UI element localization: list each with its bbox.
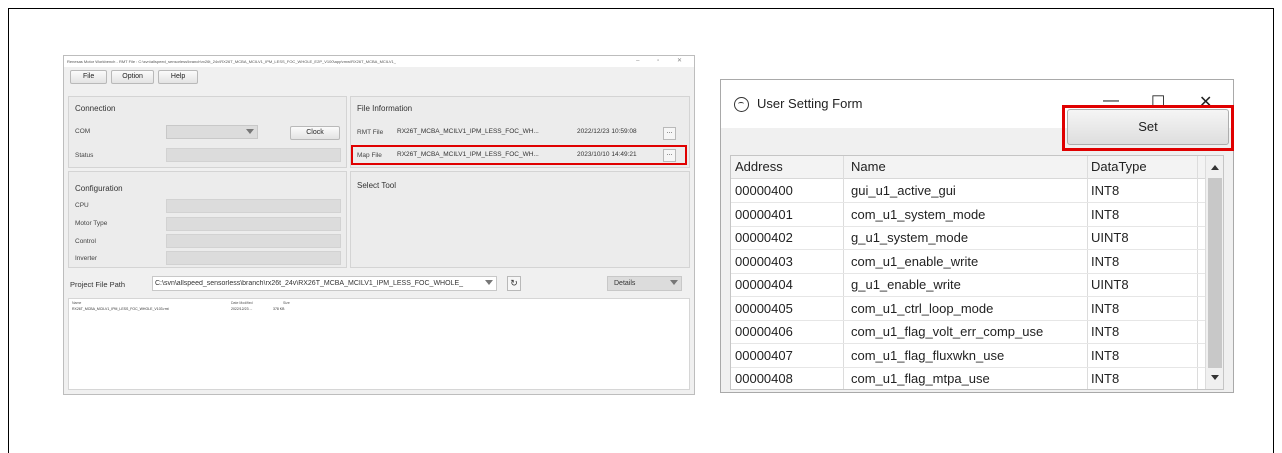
window-title-bar: Renesas Motor Workbench - RMT File : C:\… bbox=[64, 56, 694, 67]
help-menu-button[interactable]: Help bbox=[157, 70, 199, 84]
chevron-down-icon bbox=[670, 280, 678, 285]
cell-name: com_u1_enable_write bbox=[851, 253, 979, 269]
window-title: Renesas Motor Workbench - RMT File : C:\… bbox=[67, 59, 396, 64]
project-file-path-label: Project File Path bbox=[70, 280, 126, 289]
cell-datatype: INT8 bbox=[1091, 371, 1120, 386]
rmt-file-name: RX26T_MCBA_MCILV1_IPM_LESS_FOC_WH... bbox=[397, 128, 539, 135]
control-label: Control bbox=[75, 238, 96, 245]
connection-title: Connection bbox=[75, 104, 116, 113]
column-header-datatype[interactable]: DataType bbox=[1091, 159, 1147, 174]
table-row[interactable]: 00000408 com_u1_flag_mtpa_use INT8 bbox=[731, 368, 1207, 389]
view-mode-select[interactable]: Details bbox=[607, 276, 682, 291]
cell-datatype: INT8 bbox=[1091, 324, 1120, 339]
cell-address: 00000408 bbox=[735, 371, 793, 386]
list-item-date: 2022/12/23 ... bbox=[231, 307, 253, 311]
inverter-label: Inverter bbox=[75, 255, 98, 262]
set-button-highlight bbox=[1062, 105, 1234, 151]
control-field bbox=[166, 234, 341, 248]
cell-name: com_u1_ctrl_loop_mode bbox=[851, 300, 994, 316]
cell-datatype: INT8 bbox=[1091, 300, 1120, 316]
view-mode-value: Details bbox=[614, 280, 636, 287]
table-row[interactable]: 00000400 gui_u1_active_gui INT8 bbox=[731, 180, 1207, 203]
list-item-size: 378 KB bbox=[273, 307, 285, 311]
cell-name: com_u1_flag_mtpa_use bbox=[851, 371, 990, 386]
chevron-down-icon bbox=[246, 129, 254, 134]
table-row[interactable]: 00000401 com_u1_system_mode INT8 bbox=[731, 204, 1207, 227]
column-header-address[interactable]: Address bbox=[735, 159, 783, 174]
motor-type-label: Motor Type bbox=[75, 220, 108, 227]
project-path-select[interactable]: C:\svn\allspeed_sensorless\branch\rx26t_… bbox=[152, 276, 497, 291]
scroll-down-icon[interactable] bbox=[1206, 369, 1223, 386]
select-tool-title: Select Tool bbox=[357, 181, 396, 190]
status-field bbox=[166, 148, 341, 162]
cell-datatype: INT8 bbox=[1091, 253, 1120, 269]
app-icon bbox=[734, 97, 749, 112]
cell-datatype: INT8 bbox=[1091, 206, 1120, 222]
table-header: Address Name DataType bbox=[731, 156, 1207, 179]
motor-workbench-window: Renesas Motor Workbench - RMT File : C:\… bbox=[63, 55, 695, 395]
window-title: User Setting Form bbox=[757, 96, 863, 111]
user-setting-form-window: User Setting Form — ☐ ✕ Set Address Name… bbox=[720, 79, 1234, 393]
cell-datatype: INT8 bbox=[1091, 183, 1120, 198]
table-row[interactable]: 00000406 com_u1_flag_volt_err_comp_use INT… bbox=[731, 321, 1207, 344]
rmt-browse-button[interactable]: ... bbox=[663, 127, 676, 140]
cell-address: 00000406 bbox=[735, 324, 793, 339]
com-label: COM bbox=[75, 128, 91, 135]
user-setting-table: Address Name DataType 00000400 gui_u1_act… bbox=[730, 155, 1224, 390]
cell-datatype: INT8 bbox=[1091, 347, 1120, 363]
project-path-value: C:\svn\allspeed_sensorless\branch\rx26t_… bbox=[155, 280, 464, 287]
motor-type-field bbox=[166, 217, 341, 231]
cell-address: 00000404 bbox=[735, 277, 793, 292]
list-item-name[interactable]: RX26T_MCBA_MCILV1_IPM_LESS_FOC_WHOLE_V10… bbox=[72, 307, 169, 311]
table-row[interactable]: 00000402 g_u1_system_mode UINT8 bbox=[731, 227, 1207, 250]
configuration-panel: Configuration CPU Motor Type Control Inv… bbox=[68, 171, 347, 268]
refresh-button[interactable]: ↻ bbox=[507, 276, 521, 291]
table-row[interactable]: 00000407 com_u1_flag_fluxwkn_use INT8 bbox=[731, 345, 1207, 368]
cell-address: 00000407 bbox=[735, 347, 793, 363]
clock-button[interactable]: Clock bbox=[290, 126, 340, 140]
scroll-up-icon[interactable] bbox=[1206, 159, 1223, 176]
rmt-file-date: 2022/12/23 10:59:08 bbox=[577, 128, 637, 135]
cell-name: com_u1_flag_fluxwkn_use bbox=[851, 347, 1005, 363]
scroll-thumb[interactable] bbox=[1208, 178, 1222, 368]
column-header-name[interactable]: Name bbox=[851, 159, 886, 174]
cell-name: g_u1_enable_write bbox=[851, 277, 961, 292]
cell-address: 00000400 bbox=[735, 183, 793, 198]
cpu-label: CPU bbox=[75, 202, 89, 209]
cell-address: 00000405 bbox=[735, 300, 793, 316]
list-header-size: Size bbox=[283, 301, 290, 305]
cell-name: g_u1_system_mode bbox=[851, 230, 969, 245]
window-controls[interactable]: – ▫ ✕ bbox=[636, 56, 690, 67]
cell-address: 00000402 bbox=[735, 230, 793, 245]
cpu-field bbox=[166, 199, 341, 213]
cell-name: com_u1_flag_volt_err_comp_use bbox=[851, 324, 1044, 339]
list-header-date: Date Modified bbox=[231, 301, 253, 305]
map-file-highlight bbox=[351, 145, 687, 165]
table-row[interactable]: 00000405 com_u1_ctrl_loop_mode INT8 bbox=[731, 298, 1207, 321]
select-tool-panel: Select Tool bbox=[350, 171, 690, 268]
menu-bar: File Option Help bbox=[64, 67, 694, 87]
status-label: Status bbox=[75, 152, 94, 159]
cell-datatype: UINT8 bbox=[1091, 277, 1129, 292]
project-file-list: Name Date Modified Size RX26T_MCBA_MCILV… bbox=[68, 298, 690, 390]
cell-name: gui_u1_active_gui bbox=[851, 183, 956, 198]
rmt-file-label: RMT File bbox=[357, 129, 384, 136]
table-row[interactable]: 00000404 g_u1_enable_write UINT8 bbox=[731, 274, 1207, 297]
cell-datatype: UINT8 bbox=[1091, 230, 1129, 245]
file-menu-button[interactable]: File bbox=[70, 70, 108, 84]
com-select[interactable] bbox=[166, 125, 258, 139]
cell-address: 00000403 bbox=[735, 253, 793, 269]
file-information-title: File Information bbox=[357, 104, 413, 113]
vertical-scrollbar[interactable] bbox=[1205, 156, 1223, 389]
option-menu-button[interactable]: Option bbox=[111, 70, 154, 84]
configuration-title: Configuration bbox=[75, 184, 123, 193]
inverter-field bbox=[166, 251, 341, 265]
chevron-down-icon bbox=[485, 280, 493, 285]
connection-panel: Connection COM Clock Status bbox=[68, 96, 347, 168]
cell-name: com_u1_system_mode bbox=[851, 206, 986, 222]
cell-address: 00000401 bbox=[735, 206, 793, 222]
table-row[interactable]: 00000403 com_u1_enable_write INT8 bbox=[731, 251, 1207, 274]
list-header-name: Name bbox=[72, 301, 82, 305]
